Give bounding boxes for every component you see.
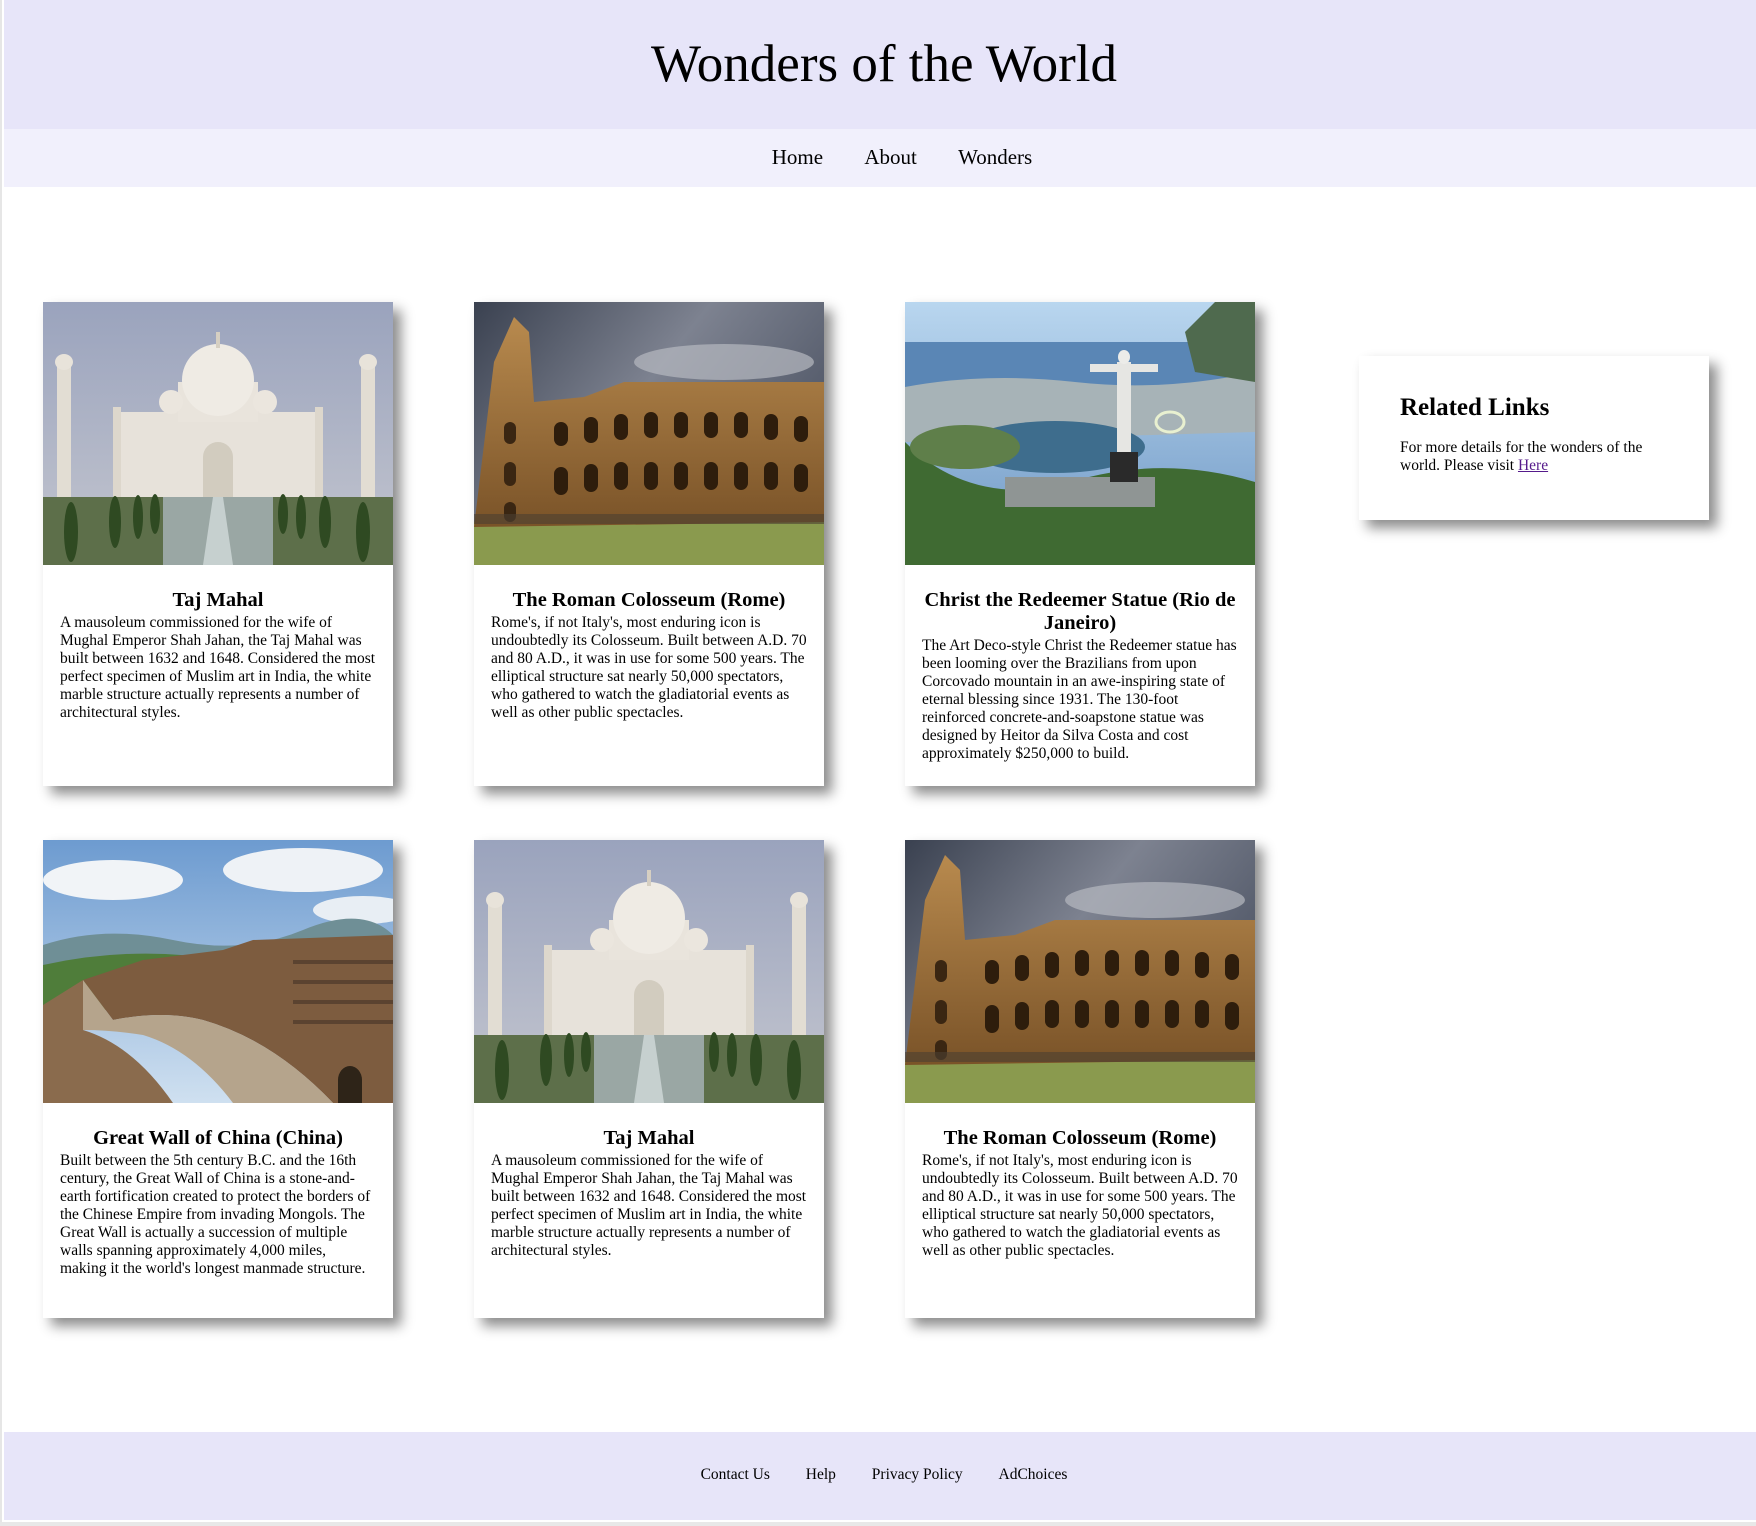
- card-title: Great Wall of China (China): [93, 1127, 343, 1149]
- wonder-card: Christ the Redeemer Statue (Rio de Janei…: [905, 302, 1255, 786]
- taj-mahal-image: [43, 302, 393, 565]
- nav-links: Home About Wonders: [4, 143, 1756, 171]
- site-footer: Contact Us Help Privacy Policy AdChoices: [4, 1432, 1756, 1520]
- related-links-panel: Related Links For more details for the w…: [1359, 356, 1709, 520]
- great-wall-image: [43, 840, 393, 1103]
- card-description: Rome's, if not Italy's, most enduring ic…: [491, 614, 807, 721]
- wonder-card: Great Wall of China (China) Built betwee…: [43, 840, 393, 1318]
- nav-about-link[interactable]: About: [864, 143, 917, 171]
- colosseum-image: [474, 302, 824, 565]
- nav-wonders-link[interactable]: Wonders: [958, 143, 1032, 171]
- footer-links: Contact Us Help Privacy Policy AdChoices: [4, 1465, 1756, 1485]
- card-title: Taj Mahal: [172, 589, 264, 611]
- footer-help-link[interactable]: Help: [806, 1465, 836, 1485]
- footer-contact-link[interactable]: Contact Us: [701, 1465, 770, 1485]
- card-description: A mausoleum commissioned for the wife of…: [491, 1152, 807, 1259]
- related-links-title: Related Links: [1400, 394, 1550, 421]
- card-title: The Roman Colosseum (Rome): [943, 1127, 1217, 1149]
- site-header: Wonders of the World: [4, 0, 1756, 129]
- footer-privacy-link[interactable]: Privacy Policy: [872, 1465, 963, 1485]
- card-title: Taj Mahal: [603, 1127, 695, 1149]
- related-here-link[interactable]: Here: [1518, 457, 1548, 474]
- card-description: A mausoleum commissioned for the wife of…: [60, 614, 376, 721]
- wonder-card: Taj Mahal A mausoleum commissioned for t…: [43, 302, 393, 786]
- card-description: The Art Deco-style Christ the Redeemer s…: [922, 637, 1237, 762]
- page: Wonders of the World Home About Wonders: [0, 0, 1756, 1522]
- wonder-card: The Roman Colosseum (Rome) Rome's, if no…: [474, 302, 824, 786]
- nav-home-link[interactable]: Home: [772, 143, 823, 171]
- christ-redeemer-image: [905, 302, 1255, 565]
- wonder-card: The Roman Colosseum (Rome) Rome's, if no…: [905, 840, 1255, 1318]
- main-nav: Home About Wonders: [4, 129, 1756, 187]
- colosseum-image: [905, 840, 1255, 1103]
- card-description: Built between the 5th century B.C. and t…: [60, 1152, 371, 1277]
- card-title: Christ the Redeemer Statue (Rio de Janei…: [924, 589, 1236, 634]
- wonder-card: Taj Mahal A mausoleum commissioned for t…: [474, 840, 824, 1318]
- card-title: The Roman Colosseum (Rome): [512, 589, 786, 611]
- related-links-text: For more details for the wonders of the …: [1400, 439, 1669, 475]
- site-title: Wonders of the World: [651, 35, 1117, 93]
- taj-mahal-image: [474, 840, 824, 1103]
- footer-adchoices-link[interactable]: AdChoices: [999, 1465, 1068, 1485]
- card-description: Rome's, if not Italy's, most enduring ic…: [922, 1152, 1238, 1259]
